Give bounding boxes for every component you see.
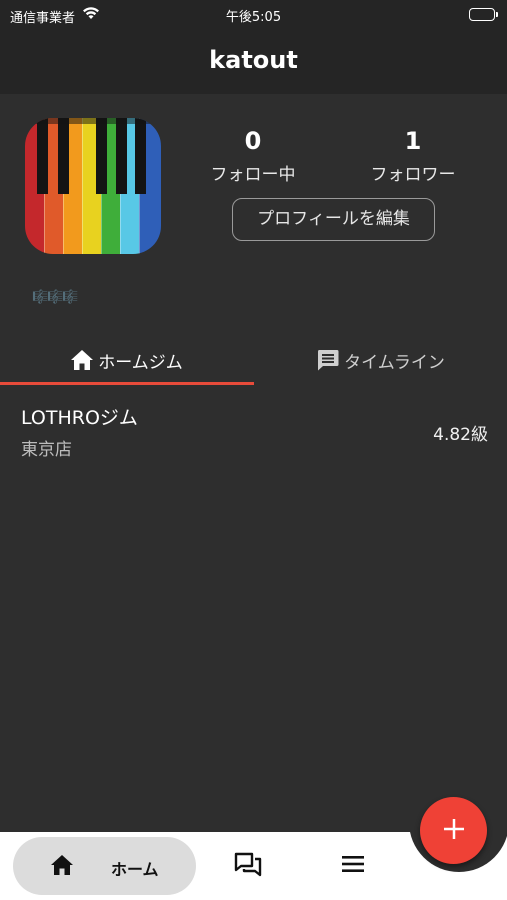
following-stat[interactable]: 0 フォロー中 [198,126,308,185]
home-gym-row[interactable]: LOTHROジム 東京店 4.82級 [0,400,507,464]
tab-home-gym-label: ホームジム [98,352,183,373]
chat-bubble-icon [316,348,340,372]
following-count: 0 [244,127,262,155]
tab-timeline[interactable]: タイムライン [254,334,507,386]
gym-grade: 4.82級 [433,425,488,445]
following-label: フォロー中 [210,165,296,185]
nav-home-button[interactable]: ホーム [13,837,196,895]
edit-profile-button[interactable]: プロフィールを編集 [232,198,435,241]
followers-label: フォロワー [370,165,456,185]
tab-indicator [0,382,254,385]
tab-home-gym[interactable]: ホームジム [0,334,253,386]
battery-icon [469,8,498,21]
gym-branch: 東京店 [21,440,72,460]
followers-count: 1 [404,127,422,155]
profile-badges: 🎼🎼🎼 [32,290,79,305]
tab-timeline-label: タイムライン [344,352,445,373]
profile-tabs: ホームジム タイムライン [0,334,507,386]
gym-name: LOTHROジム [21,407,138,429]
plus-icon [443,818,465,844]
app-header: katout [0,30,507,94]
profile-section: 0 フォロー中 1 フォロワー プロフィールを編集 🎼🎼🎼 [0,94,507,334]
status-bar: 通信事業者 午後5:05 [0,0,507,30]
page-title: katout [209,46,298,74]
avatar[interactable] [25,118,161,254]
nav-home-label: ホーム [111,860,159,879]
followers-stat[interactable]: 1 フォロワー [358,126,468,185]
chat-icon[interactable] [234,852,262,882]
add-button[interactable] [420,797,487,864]
menu-icon[interactable] [341,854,365,878]
home-icon [50,854,74,880]
home-icon [70,349,94,371]
status-time: 午後5:05 [225,10,282,25]
